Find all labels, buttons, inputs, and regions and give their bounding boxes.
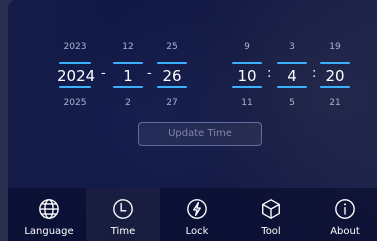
month-next[interactable]: 2	[111, 98, 145, 108]
clock-icon	[113, 199, 133, 219]
year-prev[interactable]: 2023	[57, 42, 93, 52]
year-next[interactable]: 2025	[57, 98, 93, 108]
minute-underline-bottom	[277, 86, 307, 88]
day-underline-bottom	[157, 86, 187, 88]
day-next[interactable]: 27	[155, 98, 189, 108]
day-underline-top	[157, 62, 187, 64]
minute-value[interactable]: 4	[275, 67, 309, 85]
time-separator: :	[267, 66, 272, 81]
nav-label-language: Language	[24, 226, 74, 237]
minute-underline-top	[277, 62, 307, 64]
day-prev[interactable]: 25	[155, 42, 189, 52]
hour-value[interactable]: 10	[230, 67, 264, 85]
update-time-button[interactable]: Update Time	[138, 122, 262, 146]
second-prev[interactable]: 19	[318, 42, 352, 52]
date-separator: -	[101, 66, 106, 81]
year-value[interactable]: 2024	[57, 67, 95, 85]
date-separator: -	[147, 66, 152, 81]
day-value[interactable]: 26	[155, 67, 189, 85]
globe-icon	[39, 199, 59, 219]
nav-label-lock: Lock	[185, 226, 209, 237]
hour-next[interactable]: 11	[230, 98, 264, 108]
nav-label-time: Time	[110, 226, 136, 237]
lock-bolt-icon	[187, 199, 207, 219]
nav-item-time[interactable]: Time	[86, 188, 160, 241]
month-underline-bottom	[113, 86, 143, 88]
month-prev[interactable]: 12	[111, 42, 145, 52]
second-value[interactable]: 20	[318, 67, 352, 85]
nav-item-language[interactable]: Language	[12, 188, 86, 241]
minute-next[interactable]: 5	[275, 98, 309, 108]
nav-label-about: About	[330, 226, 360, 237]
nav-item-lock[interactable]: Lock	[160, 188, 234, 241]
nav-item-tool[interactable]: Tool	[234, 188, 308, 241]
minute-prev[interactable]: 3	[275, 42, 309, 52]
cube-icon	[262, 199, 280, 219]
hour-underline-bottom	[232, 86, 262, 88]
second-underline-top	[320, 62, 350, 64]
second-next[interactable]: 21	[318, 98, 352, 108]
info-icon	[335, 199, 355, 219]
year-underline-bottom	[59, 86, 91, 88]
hour-prev[interactable]: 9	[230, 42, 264, 52]
year-underline-top	[59, 62, 91, 64]
month-value[interactable]: 1	[111, 67, 145, 85]
bottom-nav: Language Time Lock Tool About	[8, 188, 377, 241]
month-underline-top	[113, 62, 143, 64]
hour-underline-top	[232, 62, 262, 64]
nav-item-about[interactable]: About	[308, 188, 377, 241]
second-underline-bottom	[320, 86, 350, 88]
time-separator: :	[312, 66, 317, 81]
nav-label-tool: Tool	[261, 226, 281, 237]
